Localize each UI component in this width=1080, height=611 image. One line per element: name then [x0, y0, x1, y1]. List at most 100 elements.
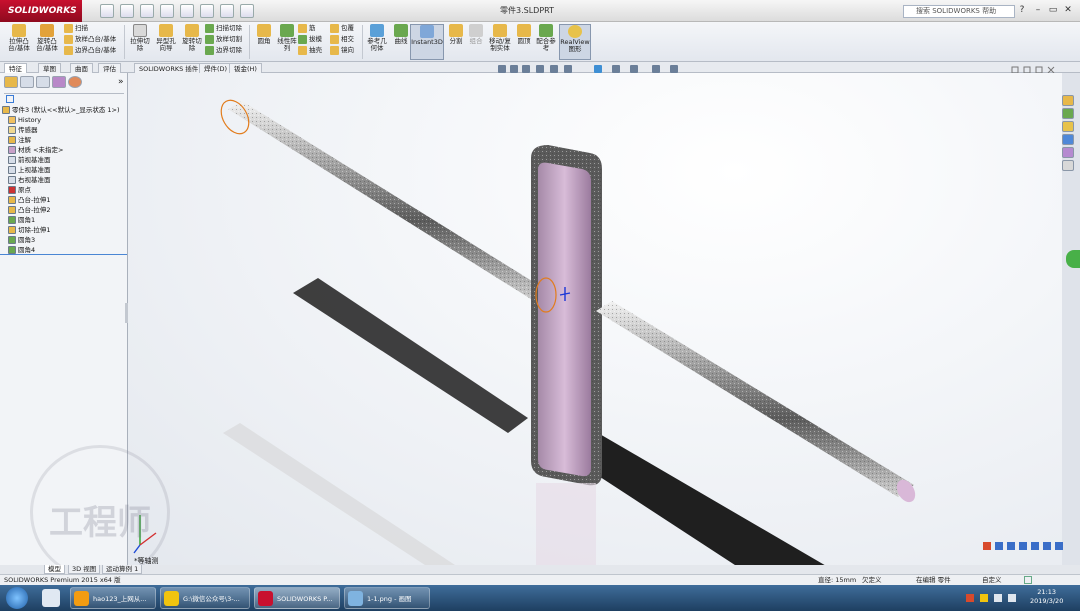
tab-weldments[interactable]: 焊件(D) [199, 63, 233, 73]
ime-toolbar[interactable] [983, 541, 1063, 551]
side-float-button[interactable] [1066, 250, 1080, 268]
propertymanager-tab-icon[interactable] [20, 76, 34, 88]
tree-item[interactable]: History [8, 115, 63, 125]
tree-root[interactable]: 零件3 (默认<<默认>_显示状态 1>) [2, 105, 120, 115]
rib-button[interactable]: 筋 [298, 23, 322, 34]
taskbar-item-browser[interactable]: hao123_上网从... [70, 587, 156, 609]
taskbar-item-solidworks[interactable]: SOLIDWORKS P... [254, 587, 340, 609]
mirror-icon [330, 45, 339, 55]
featuremanager-tab-icon[interactable] [4, 76, 18, 88]
reference-geometry-button[interactable]: 参考几 何体 [364, 24, 390, 52]
split-button[interactable]: 分割 [446, 24, 466, 45]
tree-item[interactable]: 右视基准面 [8, 175, 63, 185]
folder-icon [164, 591, 179, 606]
file-explorer-icon[interactable] [1062, 121, 1074, 132]
tree-item[interactable]: 凸台-拉伸1 [8, 195, 63, 205]
tree-item[interactable]: 上视基准面 [8, 165, 63, 175]
tree-item[interactable]: 圆角3 [8, 235, 63, 245]
tree-item[interactable]: 圆角1 [8, 215, 63, 225]
combine-button[interactable]: 组合 [466, 24, 486, 45]
tree-item[interactable]: 材质 <未指定> [8, 145, 63, 155]
loft-button[interactable]: 放样凸台/基体 [64, 34, 116, 45]
extrude-cut-button[interactable]: 拉伸切除 [127, 24, 153, 52]
lofted-cut-button[interactable]: 放样切割 [205, 34, 242, 45]
tab-solidworks-addins[interactable]: SOLIDWORKS 插件 [134, 63, 204, 73]
mate-reference-button[interactable]: 配合参考 [534, 24, 558, 52]
linear-pattern-button[interactable]: 线性阵列 [274, 24, 300, 52]
tab-sketch[interactable]: 草图 [38, 63, 61, 73]
close-icon[interactable]: ✕ [1062, 4, 1074, 17]
tree-item[interactable]: 传感器 [8, 125, 63, 135]
mirror-button[interactable]: 镜向 [330, 45, 354, 56]
realview-button[interactable]: RealView 图形 [559, 24, 591, 60]
taskbar-item-explorer[interactable]: G:\微信公众号\3-... [160, 587, 250, 609]
open-icon[interactable] [120, 4, 134, 18]
tab-model[interactable]: 模型 [44, 565, 65, 574]
help-status-icon[interactable] [1024, 576, 1032, 584]
tree-item[interactable]: 凸台-拉伸2 [8, 205, 63, 215]
view-palette-icon[interactable] [1062, 134, 1074, 145]
instant3d-button[interactable]: Instant3D [410, 24, 444, 60]
draft-button[interactable]: 拔模 [298, 34, 322, 45]
move-copy-body-button[interactable]: 移动/复 制实体 [486, 24, 514, 52]
fillet-icon [257, 24, 271, 37]
tab-surfaces[interactable]: 曲面 [70, 63, 93, 73]
tree-item[interactable]: 切除-拉伸1 [8, 225, 63, 235]
expand-panel-icon[interactable]: » [118, 77, 124, 87]
extrude-boss-button[interactable]: 拉伸凸 台/基体 [6, 24, 32, 52]
custom-properties-icon[interactable] [1062, 160, 1074, 171]
select-icon[interactable] [200, 4, 214, 18]
search-input[interactable]: 搜索 SOLIDWORKS 帮助 [903, 5, 1015, 18]
dome-button[interactable]: 圆顶 [514, 24, 534, 45]
zoom-area-icon [510, 65, 518, 73]
graphics-area[interactable] [128, 73, 1062, 567]
new-document-icon[interactable] [100, 4, 114, 18]
rebuild-icon[interactable] [220, 4, 234, 18]
swept-cut-button[interactable]: 扫描切除 [205, 23, 242, 34]
boundary-boss-button[interactable]: 边界凸台/基体 [64, 45, 116, 56]
solidworks-logo[interactable]: SOLIDWORKS [0, 0, 82, 22]
restore-icon[interactable]: ▭ [1047, 4, 1059, 17]
tree-item[interactable]: 原点 [8, 185, 63, 195]
configurationmanager-tab-icon[interactable] [36, 76, 50, 88]
solidworks-resources-icon[interactable] [1062, 95, 1074, 106]
intersect-button[interactable]: 相交 [330, 34, 354, 45]
tree-item[interactable]: 前视基准面 [8, 155, 63, 165]
sweep-button[interactable]: 扫描 [64, 23, 116, 34]
shell-button[interactable]: 抽壳 [298, 45, 322, 56]
feature-icon [8, 186, 16, 194]
options-icon[interactable] [240, 4, 254, 18]
tab-3d-views[interactable]: 3D 视图 [68, 565, 101, 574]
help-icon[interactable]: ? [1016, 4, 1028, 17]
minimize-icon[interactable]: – [1032, 4, 1044, 17]
boundary-cut-button[interactable]: 边界切除 [205, 45, 242, 56]
linear-pattern-icon [280, 24, 294, 37]
tab-sheet-metal[interactable]: 钣金(H) [229, 63, 262, 73]
lofted-cut-icon [205, 34, 214, 44]
status-bar: SOLIDWORKS Premium 2015 x64 版 直径: 15mm 欠… [0, 574, 1080, 585]
feature-icon [8, 146, 16, 154]
undo-icon[interactable] [180, 4, 194, 18]
tree-item[interactable]: 注解 [8, 135, 63, 145]
tab-evaluate[interactable]: 评估 [98, 63, 121, 73]
rollback-bar[interactable] [0, 254, 127, 255]
design-library-icon[interactable] [1062, 108, 1074, 119]
tab-motion-study[interactable]: 运动算例 1 [102, 565, 143, 574]
dimxpert-tab-icon[interactable] [52, 76, 66, 88]
filter-icon[interactable] [6, 95, 14, 103]
start-button[interactable] [6, 587, 28, 609]
wrap-button[interactable]: 包覆 [330, 23, 354, 34]
system-clock[interactable]: 21:13 2019/3/20 [1030, 588, 1063, 606]
revolve-boss-button[interactable]: 旋转凸 台/基体 [34, 24, 60, 52]
pinned-app-icon[interactable] [42, 589, 60, 607]
print-icon[interactable] [160, 4, 174, 18]
tab-features[interactable]: 特征 [4, 63, 27, 73]
unit-system[interactable]: 自定义 [982, 575, 1002, 585]
save-icon[interactable] [140, 4, 154, 18]
system-tray[interactable] [966, 592, 1026, 604]
hole-wizard-button[interactable]: 异型孔 向导 [153, 24, 179, 52]
display-manager-tab-icon[interactable] [68, 76, 82, 88]
taskbar-item-paint[interactable]: 1-1.png - 画图 [344, 587, 430, 609]
revolve-cut-button[interactable]: 旋转切除 [179, 24, 205, 52]
appearances-icon[interactable] [1062, 147, 1074, 158]
